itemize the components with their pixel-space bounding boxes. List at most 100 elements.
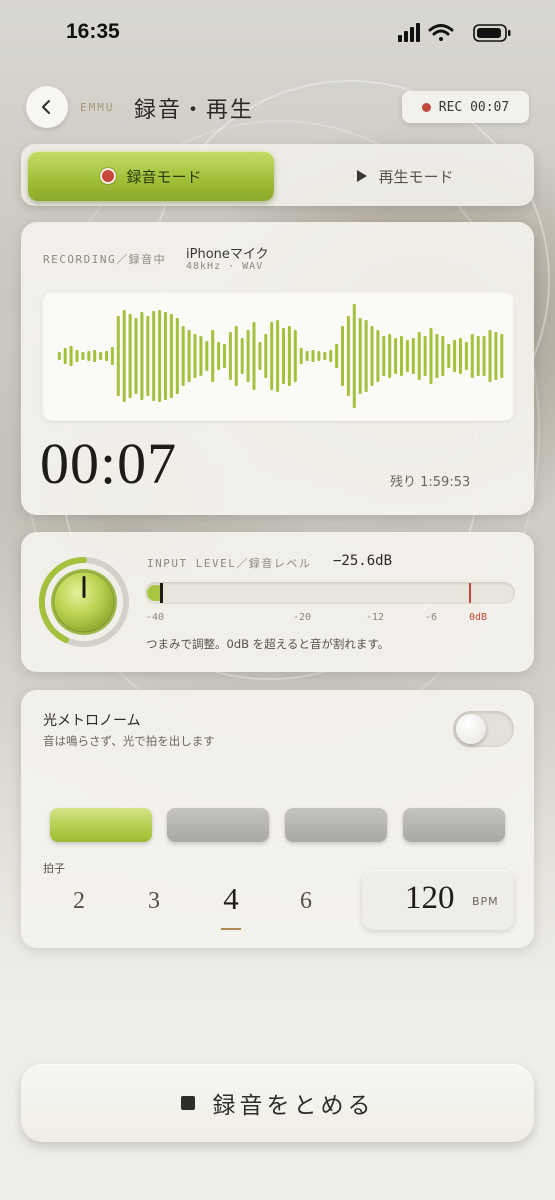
waveform-bar: [205, 341, 209, 371]
stop-recording-button[interactable]: 録音をとめる: [21, 1064, 534, 1142]
metronome-title: 光メトロノーム: [43, 713, 141, 729]
waveform-bar: [152, 311, 156, 401]
waveform-bar: [134, 318, 138, 394]
time-signature-underline: [221, 928, 241, 930]
waveform-bar: [411, 338, 415, 374]
beat-light: [403, 808, 505, 842]
rec-dot-icon: [421, 102, 431, 112]
back-button[interactable]: [26, 86, 68, 128]
input-level-value: −25.6dB: [333, 553, 393, 569]
level-meter-needle: [160, 583, 163, 603]
input-level-label: INPUT LEVEL／録音レベル: [147, 557, 312, 570]
waveform-bar: [193, 334, 197, 378]
waveform-bar: [346, 316, 350, 396]
level-meter-fill: [147, 585, 161, 601]
waveform-bar: [358, 318, 362, 394]
waveform-bar: [388, 334, 392, 378]
waveform-bar: [258, 342, 262, 370]
time-signature-option-selected[interactable]: 4: [211, 881, 251, 917]
time-signature-label: 拍子: [43, 862, 65, 875]
level-meter: [145, 582, 515, 604]
waveform-bar: [211, 330, 215, 382]
waveform-bar: [364, 320, 368, 392]
status-icons: [398, 23, 511, 42]
waveform-bar: [75, 350, 79, 362]
waveform-bar: [370, 326, 374, 386]
waveform-bar: [164, 312, 167, 400]
waveform-bar: [128, 314, 132, 398]
play-mode-tab[interactable]: 再生モード: [284, 151, 526, 201]
waveform-bar: [441, 336, 445, 376]
waveform-bar: [99, 352, 103, 360]
waveform-bar: [110, 347, 114, 365]
waveform-bar: [287, 326, 291, 386]
waveform-bar: [116, 316, 120, 396]
waveform-bar: [335, 344, 339, 368]
gain-knob[interactable]: [38, 556, 130, 648]
meter-tick: -12: [366, 612, 385, 623]
time-signature-option[interactable]: 6: [286, 888, 326, 915]
waveform-bar: [169, 314, 173, 398]
waveform-bar: [464, 342, 468, 370]
mic-name: iPhoneマイク: [186, 247, 269, 262]
time-signature-option[interactable]: 2: [59, 888, 99, 915]
waveform-bar: [435, 334, 439, 378]
waveform-bar: [405, 340, 409, 372]
waveform-bar: [81, 352, 85, 360]
waveform-bar: [311, 350, 315, 362]
waveform-bar: [252, 322, 256, 390]
waveform-bar: [276, 320, 280, 392]
waveform-bar: [500, 334, 504, 378]
metronome-toggle-knob: [456, 714, 486, 744]
waveform-bar: [299, 348, 303, 364]
waveform-bar: [400, 336, 403, 376]
brand-logo: EMMU: [80, 101, 115, 114]
stop-recording-label: 録音をとめる: [212, 1093, 375, 1119]
play-icon: [357, 170, 368, 182]
play-mode-label: 再生モード: [378, 167, 454, 186]
record-dot-icon: [100, 168, 117, 184]
waveform-bar: [93, 350, 97, 362]
waveform-bar: [447, 344, 451, 368]
time-signature-option[interactable]: 3: [134, 888, 174, 915]
beat-light: [285, 808, 387, 842]
waveform-bar: [382, 336, 386, 376]
knob-pointer: [82, 576, 86, 598]
waveform-bar: [57, 352, 61, 360]
waveform-bar: [470, 334, 474, 378]
waveform-bar: [323, 352, 327, 360]
input-level-hint: つまみで調整。0dB を超えると音が割れます。: [146, 637, 390, 651]
waveform-bar: [270, 322, 274, 390]
waveform-bar: [482, 336, 486, 376]
beat-light: [167, 808, 269, 842]
signal-icon: [398, 23, 420, 42]
waveform-bar: [187, 330, 191, 382]
waveform-bar: [63, 348, 67, 364]
recording-status-label: RECORDING／録音中: [43, 253, 167, 266]
waveform-bar: [228, 332, 232, 380]
waveform-bar: [429, 328, 433, 384]
waveform-bar: [175, 318, 179, 394]
record-mode-label: 録音モード: [126, 167, 202, 186]
metronome-subtitle: 音は鳴らさず、光で拍を出します: [43, 734, 215, 748]
waveform: [57, 304, 504, 408]
stop-icon: [180, 1096, 195, 1110]
waveform-bar: [329, 350, 333, 362]
waveform-bar: [217, 342, 221, 370]
status-time: 16:35: [66, 20, 120, 43]
waveform-bar: [146, 316, 150, 396]
waveform-bar: [476, 336, 480, 376]
waveform-bar: [122, 310, 126, 402]
waveform-bar: [282, 328, 285, 384]
waveform-bar: [69, 346, 73, 366]
rec-indicator: REC 00:07: [402, 91, 529, 123]
waveform-bar: [240, 338, 244, 374]
waveform-bar: [341, 326, 344, 386]
record-mode-tab[interactable]: 録音モード: [28, 151, 274, 201]
waveform-bar: [246, 330, 250, 382]
meter-tick: -40: [146, 612, 165, 623]
wifi-icon: [428, 24, 454, 41]
waveform-bar: [459, 338, 462, 374]
waveform-bar: [234, 326, 238, 386]
waveform-bar: [158, 310, 162, 402]
